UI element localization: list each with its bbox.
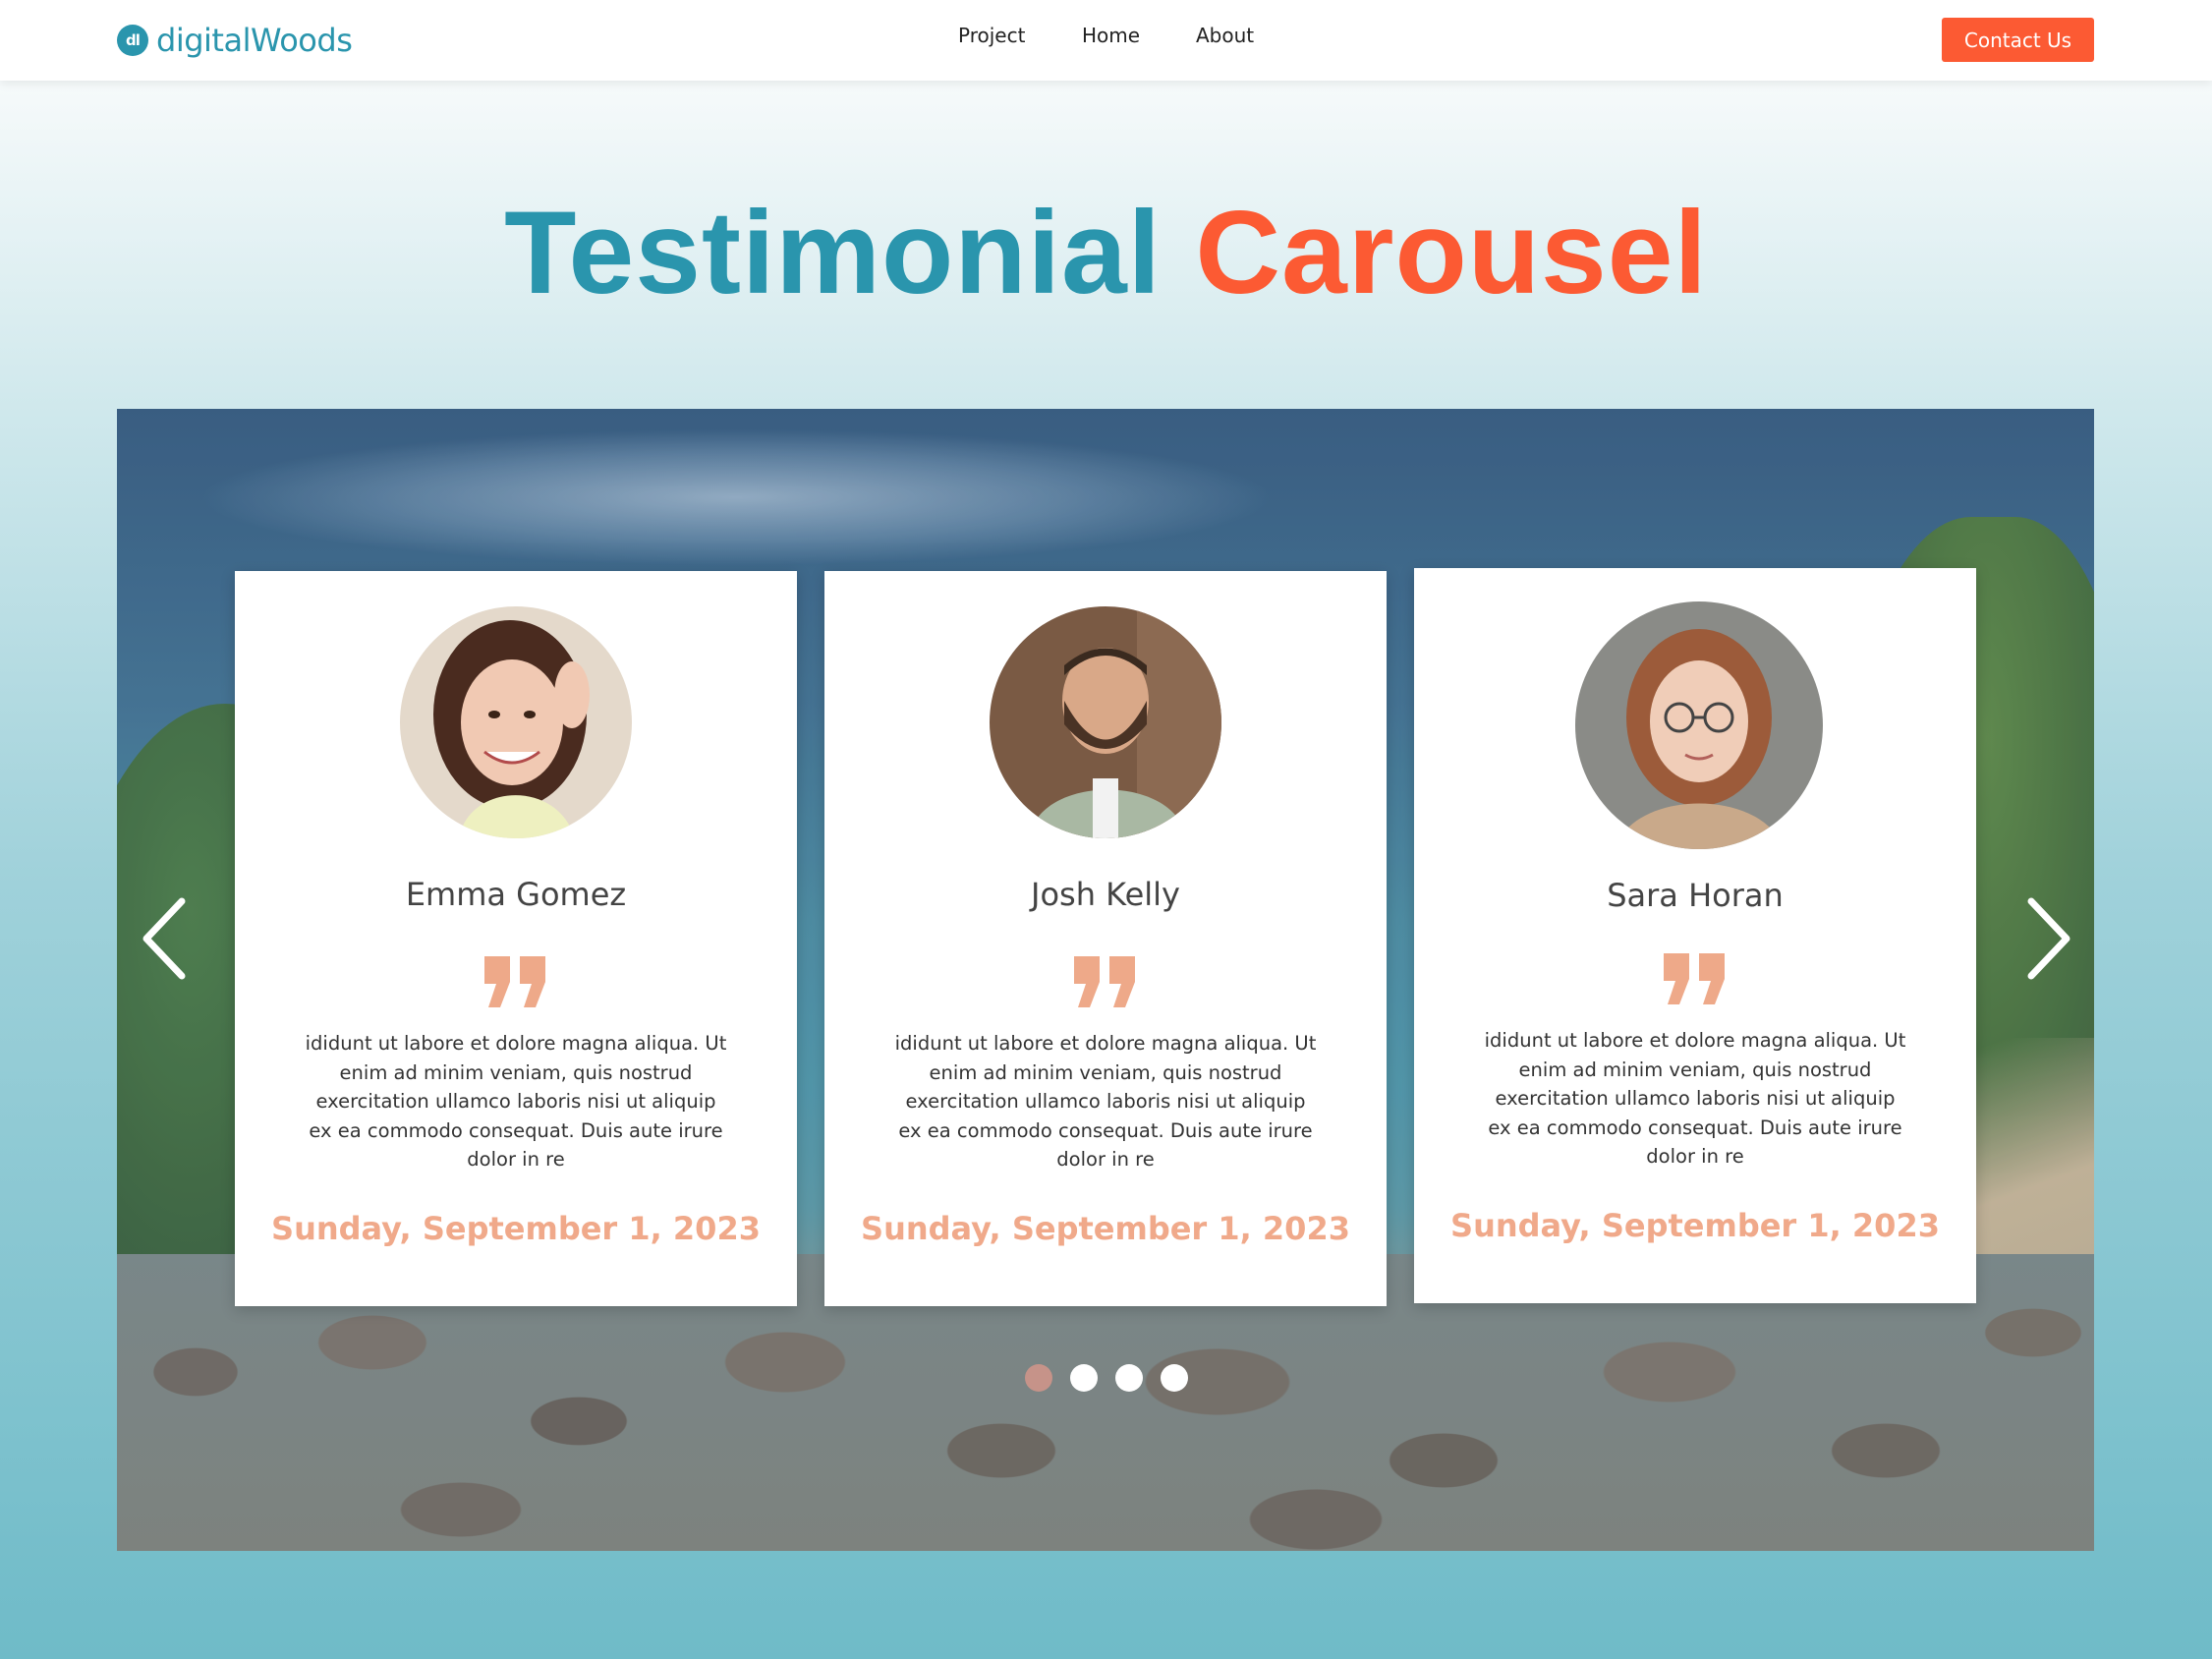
avatar (400, 606, 632, 838)
logo-text: digitalWoods (156, 22, 353, 59)
testimonial-date: Sunday, September 1, 2023 (1450, 1207, 1940, 1244)
chevron-left-icon (142, 897, 186, 980)
testimonial-date: Sunday, September 1, 2023 (271, 1210, 761, 1247)
carousel-next-button[interactable] (2018, 894, 2077, 983)
testimonial-text: ididunt ut labore et dolore magna aliqua… (894, 1032, 1317, 1171)
avatar-josh-image (990, 606, 1221, 838)
testimonial-text: ididunt ut labore et dolore magna aliqua… (305, 1032, 727, 1171)
testimonial-name: Sara Horan (1607, 877, 1784, 914)
avatar (1575, 601, 1823, 849)
testimonial-card: Sara Horan ididunt ut labore et dolore m… (1414, 568, 1976, 1303)
testimonial-text: ididunt ut labore et dolore magna aliqua… (1484, 1029, 1906, 1168)
quote-icon (1664, 953, 1725, 1004)
nav-link-project[interactable]: Project (958, 24, 1025, 47)
nav-link-home[interactable]: Home (1082, 24, 1140, 47)
carousel-dot-2[interactable] (1070, 1364, 1098, 1392)
quote-icon (484, 956, 545, 1007)
testimonial-date: Sunday, September 1, 2023 (861, 1210, 1350, 1247)
title-part-testimonial: Testimonial (504, 187, 1163, 318)
page-title: Testimonial Carousel (0, 185, 2212, 320)
carousel-prev-button[interactable] (136, 894, 195, 983)
testimonial-card: Emma Gomez ididunt ut labore et dolore m… (235, 571, 797, 1306)
title-part-carousel: Carousel (1195, 187, 1708, 318)
contact-us-button[interactable]: Contact Us (1942, 18, 2094, 62)
logo[interactable]: dl digitalWoods (117, 19, 353, 62)
testimonial-card: Josh Kelly ididunt ut labore et dolore m… (824, 571, 1387, 1306)
top-nav: dl digitalWoods Project Home About Conta… (0, 0, 2212, 81)
avatar-emma-image (400, 606, 632, 838)
logo-mark-icon: dl (117, 25, 148, 56)
avatar-sara-image (1575, 601, 1823, 849)
carousel-dot-1[interactable] (1025, 1364, 1052, 1392)
nav-link-about[interactable]: About (1196, 24, 1254, 47)
testimonial-name: Josh Kelly (1031, 876, 1180, 913)
avatar (990, 606, 1221, 838)
testimonial-name: Emma Gomez (405, 876, 627, 913)
carousel-dots (1025, 1364, 1188, 1392)
carousel-dot-4[interactable] (1161, 1364, 1188, 1392)
quote-icon (1074, 956, 1135, 1007)
chevron-right-icon (2027, 897, 2070, 980)
carousel-dot-3[interactable] (1115, 1364, 1143, 1392)
